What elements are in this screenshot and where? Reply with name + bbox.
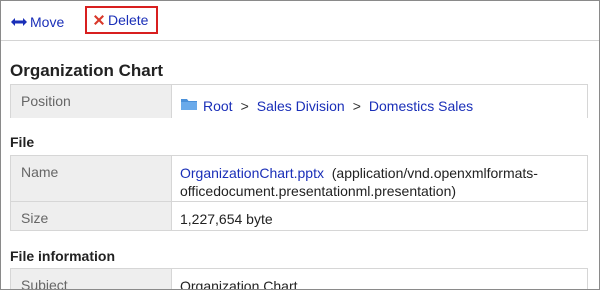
file-section-title: File	[10, 134, 35, 150]
file-detail-panel: Move Delete Organization Chart Position …	[0, 0, 600, 290]
delete-label: Delete	[108, 12, 149, 28]
file-name-link[interactable]: OrganizationChart.pptx	[180, 165, 324, 181]
breadcrumb-separator: >	[352, 97, 361, 114]
page-title: Organization Chart	[10, 61, 164, 80]
file-information-section-title: File information	[10, 248, 115, 264]
subject-label: Subject	[10, 269, 172, 289]
breadcrumb-sales-division[interactable]: Sales Division	[257, 97, 345, 115]
position-label: Position	[10, 85, 172, 118]
move-arrows-icon	[10, 16, 28, 28]
move-button[interactable]: Move	[10, 10, 64, 34]
breadcrumb-domestics-sales[interactable]: Domestics Sales	[369, 97, 473, 115]
subject-row: Subject Organization Chart	[10, 268, 588, 289]
move-label: Move	[30, 14, 65, 30]
file-size-row: Size 1,227,654 byte	[10, 201, 588, 231]
breadcrumb: Root > Sales Division > Domestics Sales	[172, 85, 588, 118]
toolbar: Move Delete	[1, 1, 599, 41]
breadcrumb-separator: >	[240, 97, 249, 114]
name-label: Name	[10, 156, 172, 201]
delete-x-icon	[92, 13, 106, 27]
breadcrumb-root[interactable]: Root	[203, 97, 233, 115]
file-name-value: OrganizationChart.pptx (application/vnd.…	[172, 156, 588, 201]
subject-value: Organization Chart	[172, 269, 588, 289]
folder-icon	[180, 97, 198, 115]
delete-button[interactable]: Delete	[85, 6, 158, 34]
position-row: Position Root > Sales Division > Domesti…	[10, 84, 588, 118]
file-name-row: Name OrganizationChart.pptx (application…	[10, 155, 588, 201]
size-value: 1,227,654 byte	[172, 202, 588, 230]
size-label: Size	[10, 202, 172, 230]
